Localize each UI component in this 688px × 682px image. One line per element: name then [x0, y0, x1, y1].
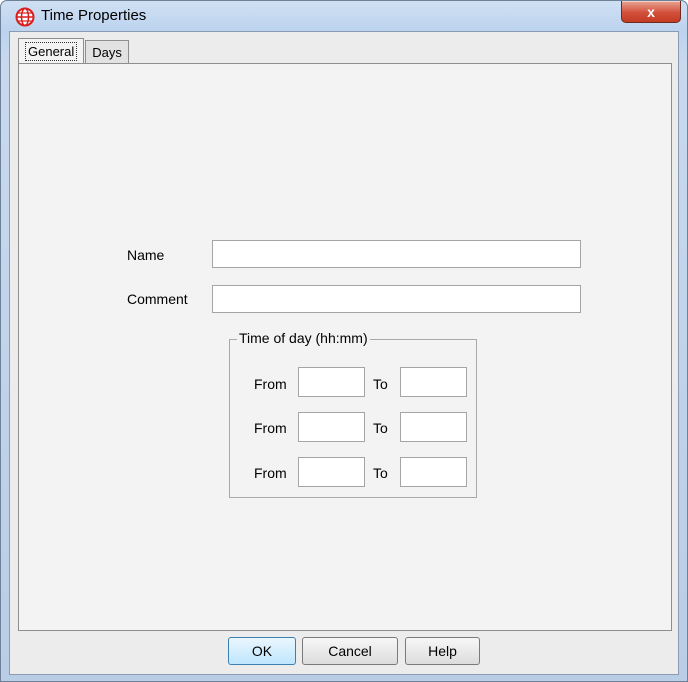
ok-button[interactable]: OK — [228, 637, 296, 665]
from-label-1: From — [254, 376, 287, 392]
close-button[interactable]: x — [621, 1, 681, 23]
to-input-1[interactable] — [400, 367, 467, 397]
cancel-button[interactable]: Cancel — [302, 637, 398, 665]
globe-icon — [15, 7, 35, 27]
tab-strip: General Days — [18, 38, 130, 64]
window-title: Time Properties — [41, 7, 147, 24]
comment-label: Comment — [127, 291, 188, 307]
close-icon: x — [647, 3, 655, 20]
comment-input[interactable] — [212, 285, 581, 313]
from-label-3: From — [254, 465, 287, 481]
title-bar[interactable]: Time Properties x — [1, 1, 687, 31]
name-label: Name — [127, 247, 165, 263]
from-input-3[interactable] — [298, 457, 365, 487]
to-input-3[interactable] — [400, 457, 467, 487]
to-label-3: To — [373, 465, 388, 481]
to-input-2[interactable] — [400, 412, 467, 442]
tab-days-label: Days — [92, 45, 122, 60]
tab-general[interactable]: General — [18, 38, 85, 64]
name-input[interactable] — [212, 240, 581, 268]
help-button[interactable]: Help — [405, 637, 480, 665]
from-input-2[interactable] — [298, 412, 365, 442]
time-of-day-group-title: Time of day (hh:mm) — [237, 330, 370, 346]
tab-general-label: General — [25, 42, 78, 61]
from-input-1[interactable] — [298, 367, 365, 397]
to-label-1: To — [373, 376, 388, 392]
from-label-2: From — [254, 420, 287, 436]
tab-days[interactable]: Days — [85, 40, 129, 64]
to-label-2: To — [373, 420, 388, 436]
